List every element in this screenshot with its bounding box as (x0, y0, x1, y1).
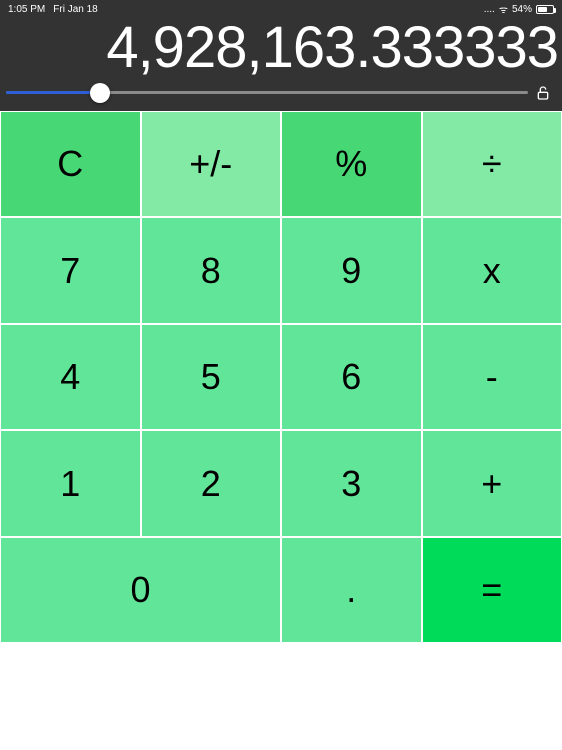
clear-button[interactable]: C (0, 111, 141, 218)
display-area: 4,928,163.333333 (0, 18, 562, 111)
status-date: Fri Jan 18 (53, 4, 97, 15)
slider-thumb[interactable] (90, 83, 110, 103)
digit-6-button[interactable]: 6 (281, 324, 422, 431)
battery-icon (536, 5, 554, 14)
digit-4-button[interactable]: 4 (0, 324, 141, 431)
equals-button[interactable]: = (422, 537, 562, 644)
multiply-button[interactable]: x (422, 217, 562, 324)
digit-2-button[interactable]: 2 (141, 430, 282, 537)
decimal-button[interactable]: . (281, 537, 422, 644)
digit-0-button[interactable]: 0 (0, 537, 281, 644)
slider-fill (6, 91, 100, 94)
display-value: 4,928,163.333333 (4, 18, 558, 79)
status-bar-left: 1:05 PM Fri Jan 18 (8, 4, 98, 15)
digit-7-button[interactable]: 7 (0, 217, 141, 324)
status-time: 1:05 PM (8, 4, 45, 15)
digit-9-button[interactable]: 9 (281, 217, 422, 324)
keypad: C +/- % ÷ 7 8 9 x 4 5 6 - 1 2 3 + 0 . = (0, 111, 562, 750)
plus-button[interactable]: + (422, 430, 562, 537)
percent-button[interactable]: % (281, 111, 422, 218)
slider-row (4, 79, 558, 107)
digit-1-button[interactable]: 1 (0, 430, 141, 537)
digit-5-button[interactable]: 5 (141, 324, 282, 431)
status-bar-right: .... ᯤ 54% (484, 2, 554, 16)
digit-3-button[interactable]: 3 (281, 430, 422, 537)
signal-icon: .... (484, 4, 495, 15)
sign-button[interactable]: +/- (141, 111, 282, 218)
digit-8-button[interactable]: 8 (141, 217, 282, 324)
divide-button[interactable]: ÷ (422, 111, 562, 218)
minus-button[interactable]: - (422, 324, 562, 431)
battery-percent: 54% (512, 4, 532, 15)
wifi-icon: ᯤ (499, 2, 508, 16)
precision-slider[interactable] (6, 91, 528, 94)
unlock-icon[interactable] (534, 84, 552, 102)
